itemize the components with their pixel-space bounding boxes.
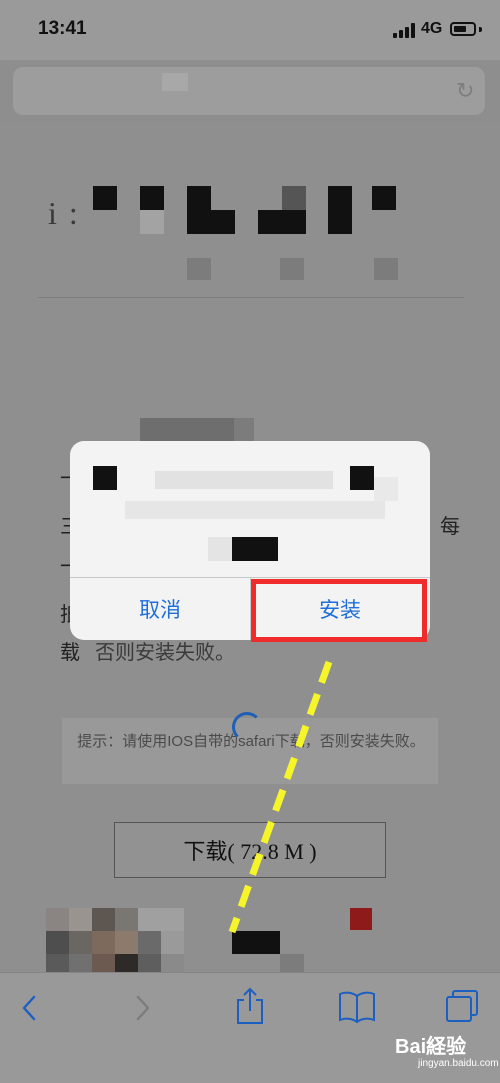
redacted-pixel — [350, 466, 374, 490]
redacted-text — [155, 471, 333, 489]
forward-icon[interactable] — [130, 994, 154, 1022]
back-icon[interactable] — [18, 994, 42, 1022]
redacted-pixel — [138, 931, 161, 954]
address-bar[interactable] — [13, 67, 485, 115]
signal-icon — [393, 22, 415, 38]
redacted-pixel — [115, 908, 138, 931]
page-text-fragment: 每 — [440, 516, 460, 538]
redacted-pixel — [280, 954, 304, 974]
redacted-pixel — [115, 954, 138, 974]
redacted-text — [125, 501, 385, 519]
redacted-pixel — [115, 931, 138, 954]
redacted-pixel — [234, 418, 254, 442]
redacted-pixel — [69, 931, 92, 954]
redacted-pixel — [138, 908, 184, 931]
redacted-pixel — [92, 931, 115, 954]
redacted-pixel — [232, 537, 278, 561]
divider — [38, 297, 464, 298]
cancel-button[interactable]: 取消 — [70, 578, 250, 640]
redacted-pixel — [374, 477, 398, 501]
redacted-pixel — [140, 418, 234, 442]
tabs-icon[interactable] — [444, 988, 480, 1024]
loading-spinner-icon — [232, 712, 262, 742]
highlight-box — [251, 579, 427, 642]
redacted-pixel — [69, 908, 92, 931]
redacted-pixel — [208, 537, 232, 561]
dialog-message — [70, 453, 430, 573]
redacted-pixel — [140, 210, 164, 234]
redacted-pixel — [374, 258, 398, 280]
battery-tip — [479, 27, 482, 32]
address-text-blur — [162, 73, 188, 91]
redacted-pixel — [140, 186, 164, 210]
redacted-pixel — [280, 258, 304, 280]
redacted-pixel — [93, 466, 117, 490]
status-time: 13:41 — [38, 18, 87, 39]
share-icon[interactable] — [234, 986, 266, 1026]
redacted-pixel — [46, 931, 69, 954]
page-heading: i : — [48, 195, 80, 231]
page-text-line: 载 — [60, 642, 80, 664]
redacted-pixel — [372, 186, 396, 210]
redacted-pixel — [350, 908, 372, 930]
watermark-url: jingyan.baidu.com — [418, 1058, 499, 1069]
redacted-pixel — [282, 186, 306, 210]
redacted-pixel — [258, 210, 282, 234]
redacted-pixel — [328, 186, 352, 234]
reload-icon[interactable]: ↻ — [456, 78, 474, 104]
redacted-pixel — [69, 954, 92, 974]
battery-icon — [450, 22, 476, 36]
redacted-pixel — [93, 186, 117, 210]
redacted-pixel — [46, 954, 69, 974]
bookmarks-icon[interactable] — [338, 990, 376, 1024]
download-button[interactable]: 下载( 72.8 M ) — [114, 822, 386, 878]
redacted-pixel — [161, 931, 184, 954]
redacted-pixel — [46, 908, 69, 931]
redacted-pixel — [187, 258, 211, 280]
redacted-pixel — [138, 954, 161, 974]
watermark-brand: Bai経验 — [395, 1036, 467, 1058]
redacted-pixel — [232, 931, 280, 954]
page-text-line: 否则安装失败。 — [95, 642, 235, 664]
redacted-pixel — [92, 908, 115, 931]
redacted-pixel — [211, 210, 235, 234]
redacted-pixel — [161, 954, 184, 974]
redacted-pixel — [187, 186, 211, 234]
redacted-pixel — [92, 954, 115, 974]
network-type: 4G — [421, 20, 443, 37]
